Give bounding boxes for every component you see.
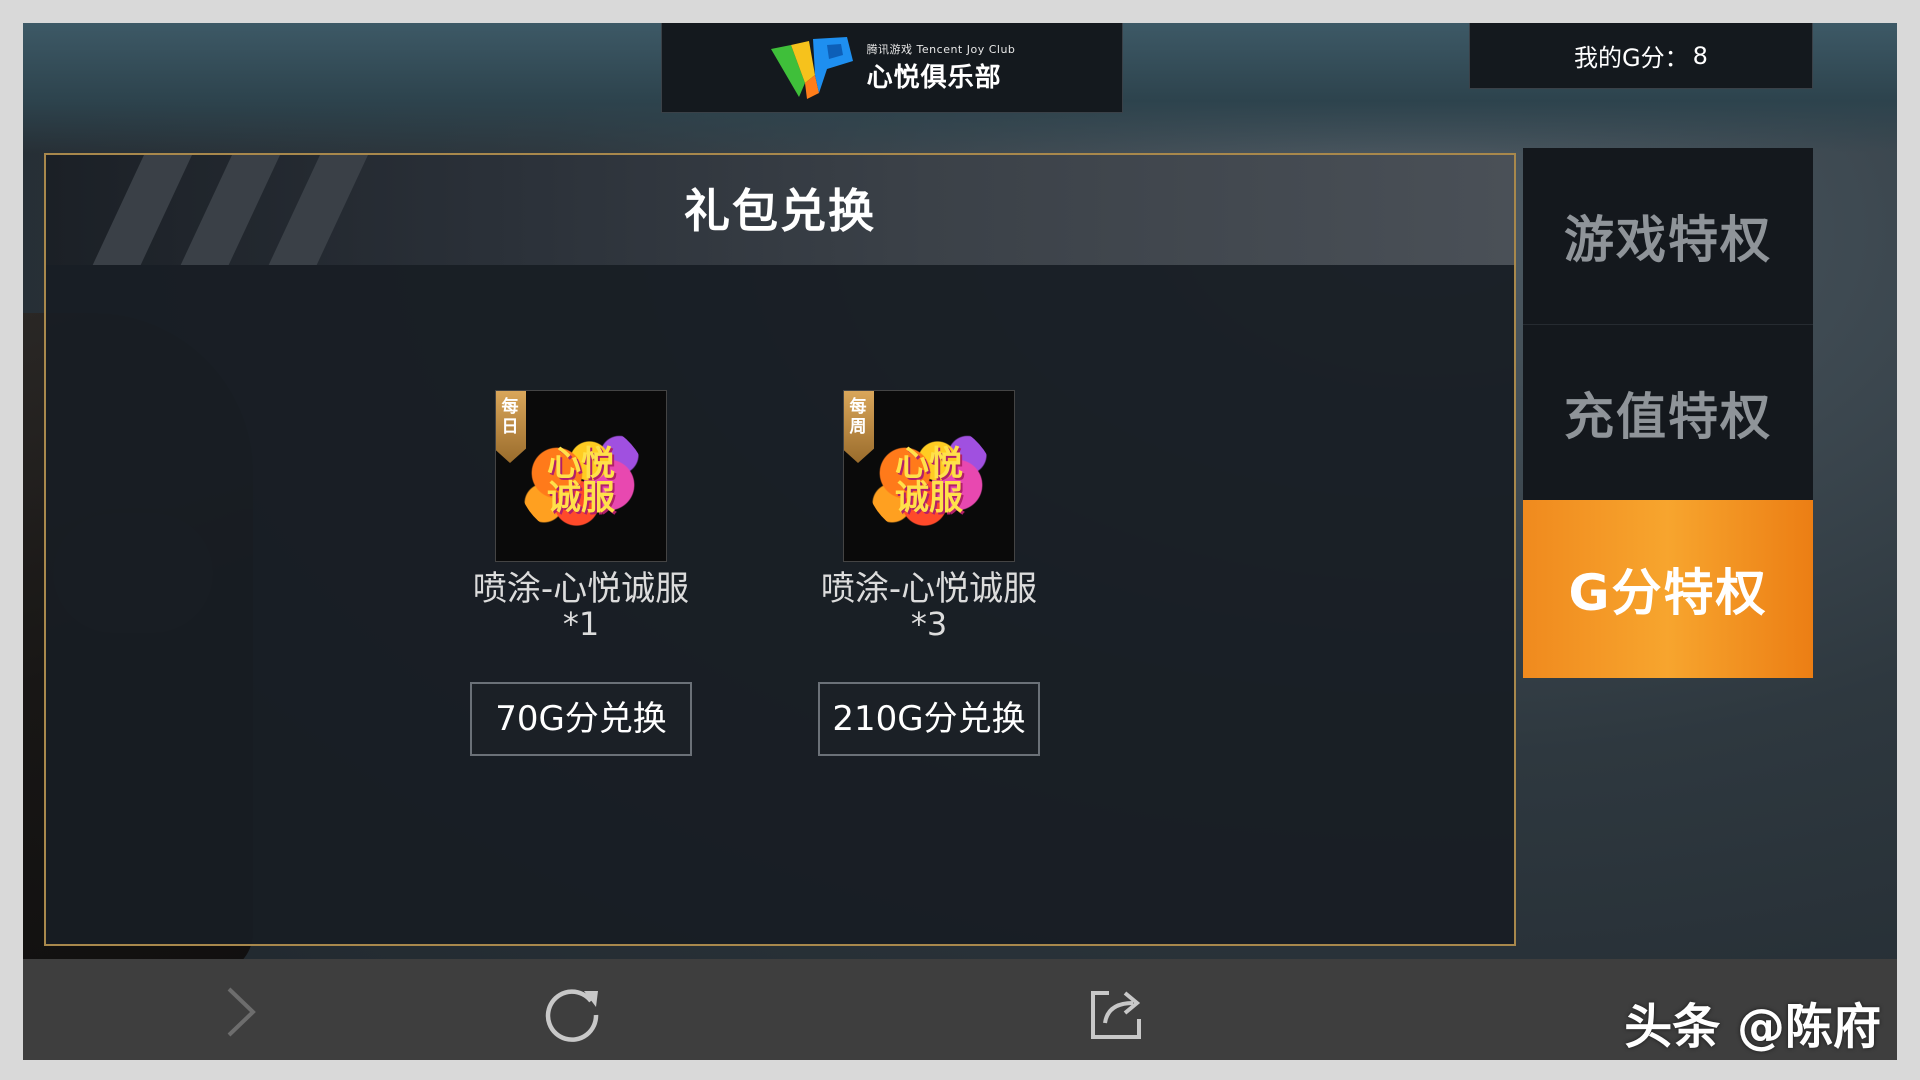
bottom-toolbar: 头条 @陈府	[23, 959, 1897, 1060]
gift-icon-text: 心悦 诚服	[547, 444, 615, 518]
app-window: 腾讯游戏 Tencent Joy Club 心悦俱乐部 我的G分： 8 礼包兑换…	[23, 23, 1897, 1060]
panel-header: 礼包兑换	[46, 155, 1514, 265]
gscore-value: 8	[1692, 41, 1708, 70]
gift-item-weekly: 心悦 诚服 每 周 喷涂-心悦诚服 *3 210G分兑换	[799, 390, 1059, 756]
logo-text-group: 腾讯游戏 Tencent Joy Club 心悦俱乐部	[867, 41, 1016, 94]
gift-item-daily: 心悦 诚服 每 日 喷涂-心悦诚服 *1 70G分兑换	[451, 390, 711, 756]
tab-game-privilege[interactable]: 游戏特权	[1523, 148, 1813, 324]
gift-exchange-panel: 礼包兑换 心悦 诚服 每 日 喷涂-心悦诚服 *1 70G分兑换 心悦 诚服 每…	[44, 153, 1516, 946]
spray-gift-icon: 心悦 诚服 每 日	[495, 390, 667, 562]
tab-recharge-privilege[interactable]: 充值特权	[1523, 324, 1813, 500]
gift-name: 喷涂-心悦诚服	[820, 569, 1038, 609]
forward-arrow-icon[interactable]	[205, 977, 275, 1047]
logo-title: 心悦俱乐部	[866, 63, 1002, 93]
logo-subtitle: 腾讯游戏 Tencent Joy Club	[866, 43, 1016, 56]
exchange-70g-button[interactable]: 70G分兑换	[470, 682, 692, 756]
gift-quantity: *3	[910, 605, 948, 643]
panel-title: 礼包兑换	[684, 184, 876, 238]
share-icon[interactable]	[1081, 977, 1151, 1047]
gift-name: 喷涂-心悦诚服	[472, 569, 690, 609]
tab-gscore-privilege[interactable]: G分特权	[1523, 500, 1813, 678]
refresh-icon[interactable]	[538, 977, 608, 1047]
club-logo-header: 腾讯游戏 Tencent Joy Club 心悦俱乐部	[661, 23, 1123, 113]
source-watermark: 头条 @陈府	[1624, 999, 1881, 1055]
gift-icon-text: 心悦 诚服	[895, 444, 963, 518]
exchange-210g-button[interactable]: 210G分兑换	[818, 682, 1040, 756]
vip-logo-icon	[770, 36, 853, 99]
daily-badge: 每 日	[496, 391, 526, 463]
spray-gift-icon: 心悦 诚服 每 周	[843, 390, 1015, 562]
gscore-display: 我的G分： 8	[1469, 23, 1813, 89]
weekly-badge: 每 周	[844, 391, 874, 463]
gift-quantity: *1	[562, 605, 600, 643]
gscore-label: 我的G分：	[1574, 44, 1689, 72]
